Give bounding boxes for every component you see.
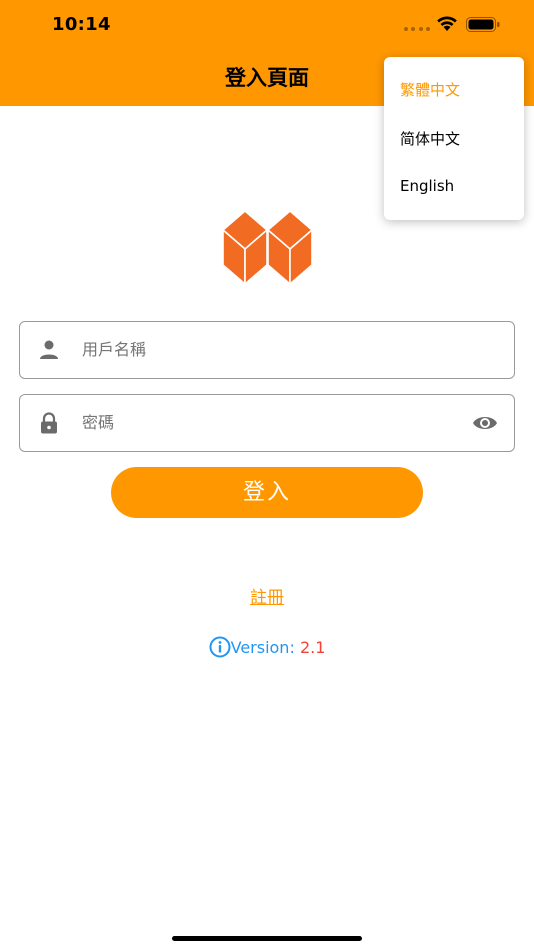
lock-icon xyxy=(41,412,57,434)
login-button[interactable]: 登入 xyxy=(111,467,423,518)
language-option-simplified-chinese[interactable]: 简体中文 xyxy=(400,128,460,149)
wifi-icon xyxy=(437,16,457,31)
version-number: 2.1 xyxy=(299,638,326,657)
info-icon xyxy=(209,636,231,658)
app-logo xyxy=(222,210,313,285)
language-menu: 繁體中文 简体中文 English xyxy=(384,57,524,220)
language-option-english[interactable]: English xyxy=(400,177,454,195)
password-field[interactable] xyxy=(19,394,515,452)
username-input[interactable] xyxy=(82,340,452,359)
eye-icon[interactable] xyxy=(472,413,498,433)
home-indicator[interactable] xyxy=(172,936,362,941)
battery-icon xyxy=(466,17,500,32)
person-icon xyxy=(40,340,58,359)
signal-dots-icon xyxy=(404,27,430,31)
password-input[interactable] xyxy=(82,413,452,432)
status-time: 10:14 xyxy=(52,14,111,35)
language-option-traditional-chinese[interactable]: 繁體中文 xyxy=(400,79,460,100)
register-link[interactable]: 註冊 xyxy=(0,583,534,608)
version-info: Version: 2.1 xyxy=(0,636,534,658)
username-field[interactable] xyxy=(19,321,515,379)
version-label: Version: xyxy=(230,638,295,657)
